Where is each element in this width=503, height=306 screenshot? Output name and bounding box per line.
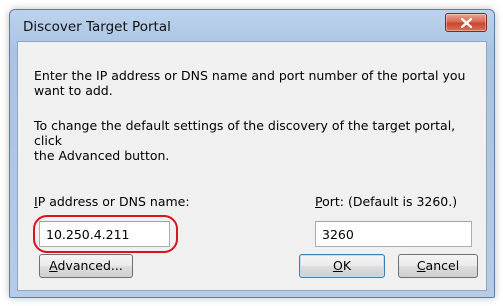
cancel-mnemonic: C <box>416 258 426 273</box>
close-icon <box>461 18 472 28</box>
instruction-line: want to add. <box>34 83 113 98</box>
instruction-line: the Advanced button. <box>34 148 170 163</box>
discover-target-portal-dialog: Discover Target Portal Enter the IP addr… <box>9 9 495 298</box>
instruction-line: Enter the IP address or DNS name and por… <box>34 68 466 83</box>
close-button[interactable] <box>445 13 487 32</box>
ok-mnemonic: O <box>332 258 343 273</box>
ok-label: K <box>342 258 352 273</box>
port-label: Port: (Default is 3260.) <box>315 194 457 209</box>
instruction-text-2: To change the default settings of the di… <box>34 118 474 163</box>
title-bar[interactable]: Discover Target Portal <box>10 10 494 41</box>
port-label-text: ort: (Default is 3260.) <box>322 194 458 209</box>
port-input[interactable] <box>315 221 472 247</box>
instruction-line: To change the default settings of the di… <box>34 118 456 148</box>
ip-address-label: IP address or DNS name: <box>34 194 190 209</box>
cancel-button[interactable]: Cancel <box>398 254 478 278</box>
ip-address-input[interactable] <box>39 221 170 247</box>
advanced-button[interactable]: Advanced... <box>39 254 133 278</box>
instruction-text-1: Enter the IP address or DNS name and por… <box>34 68 474 98</box>
ip-label-text: P address or DNS name: <box>37 194 190 209</box>
advanced-label: dvanced... <box>57 258 123 273</box>
ok-button[interactable]: OK <box>299 254 385 278</box>
dialog-body: Enter the IP address or DNS name and por… <box>17 41 487 291</box>
window-title: Discover Target Portal <box>23 19 171 35</box>
advanced-mnemonic: A <box>49 258 58 273</box>
cancel-label: ancel <box>425 258 460 273</box>
